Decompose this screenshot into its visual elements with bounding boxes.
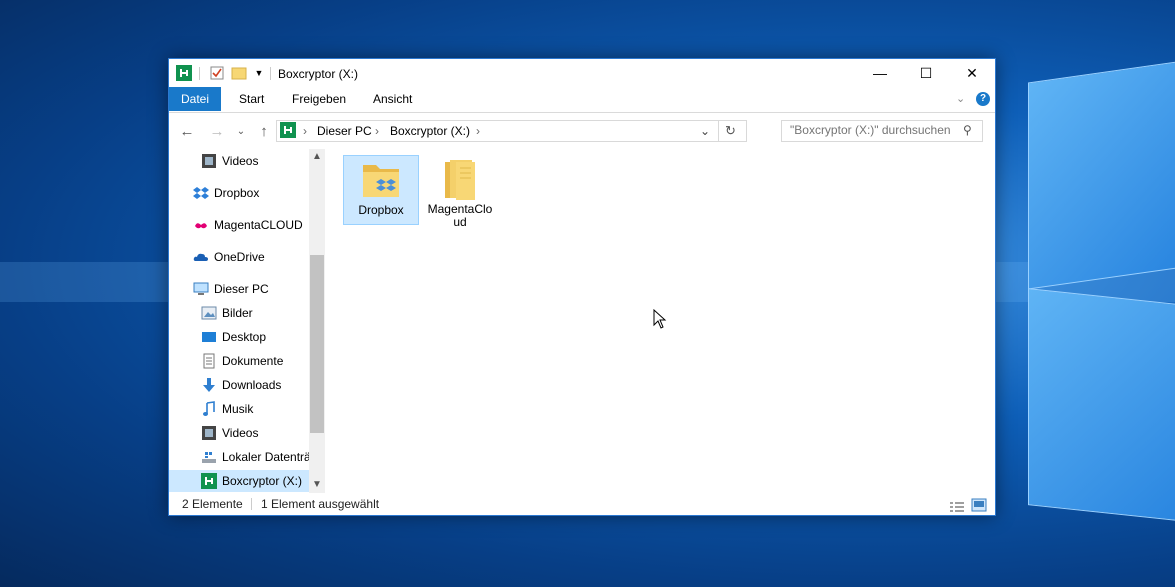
nav-item-label: Dropbox	[214, 186, 260, 200]
downloads-icon	[203, 378, 215, 392]
file-item-magentacloud[interactable]: MagentaCloud	[423, 155, 497, 229]
search-icon[interactable]: ⚲	[963, 123, 972, 137]
windows-logo-pane	[1028, 288, 1175, 521]
magentacloud-icon	[195, 223, 207, 229]
mouse-cursor-icon	[653, 308, 667, 329]
file-item-label: MagentaCloud	[427, 202, 493, 229]
nav-item-label: Desktop	[222, 330, 267, 344]
recent-locations-icon[interactable]: ⌄	[230, 121, 252, 141]
separator	[199, 67, 200, 80]
folder-icon	[445, 160, 475, 200]
nav-item-label: MagentaCLOUD	[214, 218, 303, 232]
desktop-icon	[202, 332, 216, 342]
nav-item-label: Downloads	[222, 378, 282, 392]
boxcryptor-icon[interactable]	[176, 65, 192, 81]
ribbon-tabs: Datei Start Freigeben Ansicht ⌄ ?	[169, 87, 995, 113]
scroll-down-icon[interactable]: ▼	[312, 479, 322, 490]
nav-item-dokumente[interactable]: Dokumente	[201, 350, 307, 372]
address-dropdown-icon[interactable]: ⌄	[700, 124, 710, 138]
file-list: Dropbox MagentaCloud	[331, 149, 991, 493]
chevron-right-icon[interactable]: ›	[476, 124, 480, 138]
boxcryptor-icon	[201, 473, 217, 489]
up-button[interactable]: ↑	[253, 121, 275, 141]
chevron-right-icon[interactable]: ›	[375, 124, 379, 138]
nav-item-lokaler-datentraeger[interactable]: Lokaler Datenträ	[201, 446, 311, 468]
ribbon-expand-icon[interactable]: ⌄	[956, 92, 965, 105]
nav-item-label: Bilder	[222, 306, 253, 320]
documents-icon	[203, 353, 215, 369]
video-icon	[202, 154, 216, 168]
nav-item-label: Musik	[222, 402, 254, 416]
boxcryptor-icon	[280, 122, 296, 138]
nav-item-label: OneDrive	[214, 250, 265, 264]
navigation-pane: Videos Dropbox MagentaCLOUD OneDrive Die…	[169, 149, 325, 493]
file-item-dropbox[interactable]: Dropbox	[343, 155, 419, 225]
nav-item-dieser-pc[interactable]: Dieser PC	[193, 278, 307, 300]
address-row: ← → ⌄ ↑ › Dieser PC › Boxcryptor (X:) › …	[169, 117, 995, 145]
pictures-icon	[201, 306, 217, 320]
nav-item-downloads[interactable]: Downloads	[201, 374, 307, 396]
nav-item-desktop[interactable]: Desktop	[201, 326, 307, 348]
nav-item-label: Dokumente	[222, 354, 284, 368]
nav-item-boxcryptor[interactable]: Boxcryptor (X:)	[169, 470, 309, 492]
item-count: 2 Elemente	[182, 497, 243, 511]
search-box[interactable]: ⚲	[781, 120, 983, 142]
quick-access-dropdown-icon[interactable]: ▼	[251, 65, 267, 81]
nav-item-label: Boxcryptor (X:)	[222, 474, 303, 488]
status-bar: 2 Elemente 1 Element ausgewählt	[169, 493, 995, 515]
nav-item-dropbox[interactable]: Dropbox	[193, 182, 307, 204]
forward-button[interactable]: →	[206, 121, 228, 141]
nav-item-label: Videos	[222, 154, 259, 168]
title-bar: ▼ Boxcryptor (X:) — ☐ ✕	[169, 59, 995, 87]
separator	[251, 498, 252, 510]
dropbox-icon	[193, 187, 209, 199]
back-button[interactable]: ←	[176, 121, 198, 141]
tab-datei[interactable]: Datei	[169, 87, 222, 111]
close-button[interactable]: ✕	[949, 59, 995, 87]
windows-logo-pane	[1028, 61, 1175, 290]
scroll-up-icon[interactable]: ▲	[312, 151, 322, 162]
help-icon[interactable]: ?	[976, 92, 990, 106]
onedrive-icon	[193, 253, 208, 261]
chevron-right-icon[interactable]: ›	[303, 124, 307, 138]
address-bar[interactable]: › Dieser PC › Boxcryptor (X:) › ⌄ ↻	[276, 120, 747, 142]
properties-icon[interactable]	[209, 65, 225, 81]
details-view-icon[interactable]	[949, 498, 965, 512]
music-icon	[203, 401, 215, 416]
tab-freigeben[interactable]: Freigeben	[280, 87, 358, 111]
new-folder-icon[interactable]	[231, 65, 247, 81]
nav-item-musik[interactable]: Musik	[201, 398, 307, 420]
maximize-button[interactable]: ☐	[903, 59, 949, 87]
breadcrumb-dieser-pc[interactable]: Dieser PC	[317, 124, 372, 138]
nav-item-label: Lokaler Datenträ	[222, 450, 311, 464]
explorer-window: ▼ Boxcryptor (X:) — ☐ ✕ Datei Start Frei…	[168, 58, 996, 516]
nav-item-label: Videos	[222, 426, 259, 440]
nav-item-videos[interactable]: Videos	[201, 150, 307, 172]
file-item-label: Dropbox	[358, 203, 404, 217]
nav-item-label: Dieser PC	[214, 282, 269, 296]
separator	[718, 121, 719, 141]
large-icons-view-icon[interactable]	[971, 497, 987, 512]
tab-start[interactable]: Start	[227, 87, 276, 111]
video-icon	[202, 426, 216, 440]
refresh-icon[interactable]: ↻	[725, 123, 736, 139]
separator	[270, 67, 271, 80]
nav-item-magentacloud[interactable]: MagentaCLOUD	[193, 214, 307, 236]
window-title: Boxcryptor (X:)	[278, 67, 359, 81]
search-input[interactable]	[790, 121, 965, 139]
nav-item-bilder[interactable]: Bilder	[201, 302, 307, 324]
scrollbar-thumb[interactable]	[310, 255, 324, 433]
nav-item-videos-2[interactable]: Videos	[201, 422, 307, 444]
computer-icon	[193, 282, 209, 295]
dropbox-folder-icon	[363, 165, 399, 197]
selection-count: 1 Element ausgewählt	[261, 497, 380, 511]
nav-item-onedrive[interactable]: OneDrive	[193, 246, 307, 268]
minimize-button[interactable]: —	[857, 59, 903, 87]
local-drive-icon	[202, 452, 216, 463]
breadcrumb-boxcryptor[interactable]: Boxcryptor (X:)	[390, 124, 470, 138]
tab-ansicht[interactable]: Ansicht	[361, 87, 424, 111]
